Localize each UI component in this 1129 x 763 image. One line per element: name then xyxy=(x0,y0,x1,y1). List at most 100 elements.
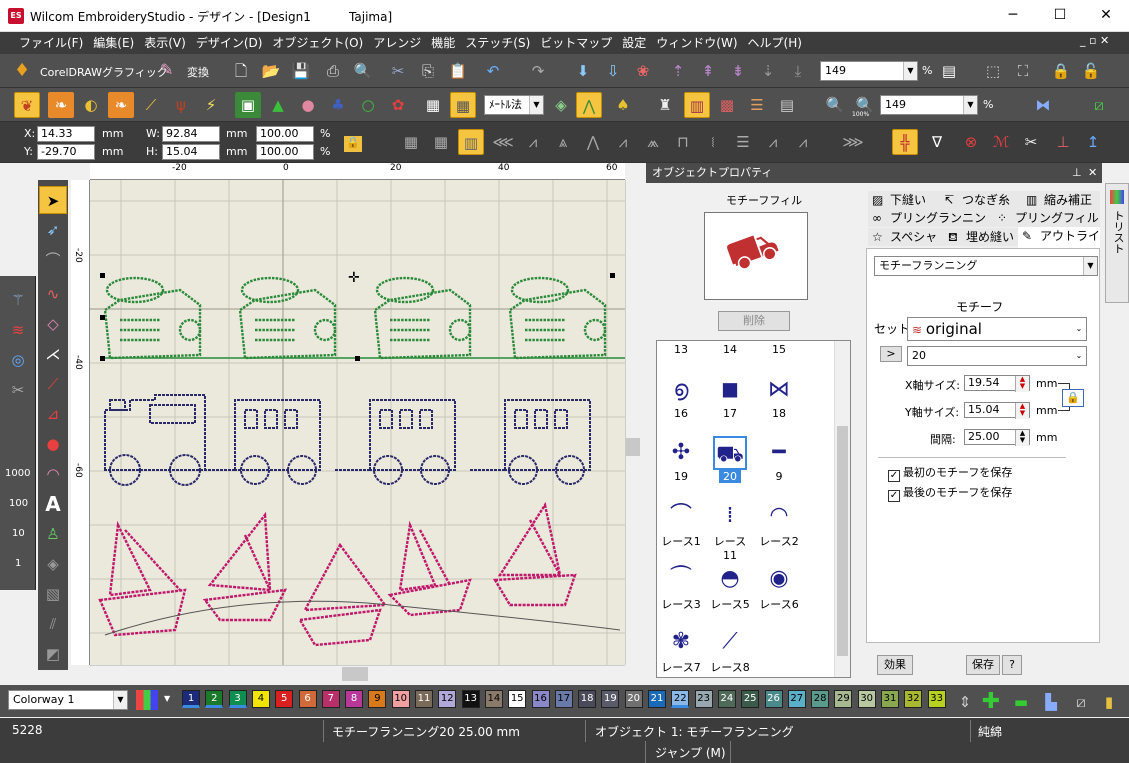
tab-pulling-fill[interactable]: ⁘ プリングフィル xyxy=(993,209,1100,227)
width-field[interactable]: 92.84 xyxy=(162,126,220,142)
select-arrow-icon[interactable]: ➤ xyxy=(39,186,67,214)
height-field[interactable]: 15.04 xyxy=(162,144,220,160)
run-line-icon[interactable]: ⟋ xyxy=(138,92,164,118)
motif-item[interactable]: ◼ 17 xyxy=(707,373,753,420)
motif-item[interactable]: ◉ レース6 xyxy=(756,562,802,612)
select-box-icon[interactable]: ⬚ xyxy=(980,58,1006,84)
scissors-icon[interactable]: ✂ xyxy=(1018,129,1044,155)
stitch-angle-icon[interactable]: ⟋ xyxy=(39,370,67,398)
ring-icon[interactable]: ○ xyxy=(355,92,381,118)
color-object-list-tab[interactable]: カラーオブジェクトリスト xyxy=(1105,183,1129,303)
color-swatch[interactable]: 23 xyxy=(694,690,713,708)
menu-functions[interactable]: 機能 xyxy=(426,32,460,54)
plant-icon[interactable]: ♠ xyxy=(610,92,636,118)
motif-item[interactable]: ⛟ 20 xyxy=(707,436,753,483)
green-motif-4[interactable] xyxy=(508,276,607,360)
knife-icon[interactable]: ⌒ xyxy=(39,246,67,274)
grid-active-icon[interactable]: ▦ xyxy=(450,92,476,118)
mirror-icon[interactable]: ⧓ xyxy=(1030,92,1056,118)
stitch-type-12-icon[interactable]: ☰ xyxy=(730,129,756,155)
team-names-icon[interactable]: ♙ xyxy=(39,520,67,548)
color-swatch[interactable]: 20 xyxy=(624,690,643,708)
thread-chart-icon[interactable]: ▙ xyxy=(1038,689,1064,715)
print-preview-icon[interactable]: 🔍 xyxy=(350,58,376,84)
stitch-edit-icon[interactable]: ⊿ xyxy=(39,400,67,428)
spiral-tool-icon[interactable]: ◎ xyxy=(4,346,32,374)
tab-outline[interactable]: ✎アウトライン xyxy=(1018,227,1100,261)
stitch-type-13-icon[interactable]: ⩘ xyxy=(760,129,786,155)
menu-stitch[interactable]: ステッチ(S) xyxy=(460,32,535,54)
color-grid-icon[interactable]: ▩ xyxy=(714,92,740,118)
color-swatch[interactable]: 5 xyxy=(275,690,294,708)
tab-underlay[interactable]: ▨ 下縫い xyxy=(868,191,946,209)
color-swatch[interactable]: 2 xyxy=(205,690,224,708)
aspect-lock-icon[interactable]: 🔒 xyxy=(1062,389,1084,407)
pin-icon[interactable]: ⊥ xyxy=(1072,163,1082,183)
x-size-spinner[interactable]: ▲ ▼ xyxy=(1015,376,1029,392)
squiggle-icon[interactable]: ∿ xyxy=(39,280,67,308)
color-film-icon[interactable]: ▥ xyxy=(684,92,710,118)
flyout-label-1[interactable]: 1 xyxy=(15,558,21,569)
motif-item[interactable]: ◠ レース2 xyxy=(756,499,802,549)
menu-file[interactable]: ファイル(F) xyxy=(14,32,88,54)
motif-tree-icon[interactable]: ψ xyxy=(168,92,194,118)
zoom-in-icon[interactable]: 🔍 xyxy=(822,92,848,118)
convert-button[interactable]: 変換 xyxy=(187,64,209,80)
edge-icon[interactable]: ◩ xyxy=(39,640,67,668)
color-swatch[interactable]: 26 xyxy=(764,690,783,708)
stitch-type-10-icon[interactable]: ⊓ xyxy=(670,129,696,155)
save-icon[interactable]: 💾 xyxy=(288,58,314,84)
color-swatch[interactable]: 8 xyxy=(345,690,364,708)
redo-icon[interactable]: ↷ xyxy=(525,58,551,84)
motif-item[interactable]: ⌒ レース1 xyxy=(658,499,704,549)
tatami-icon[interactable]: ❧ xyxy=(48,92,74,118)
menu-arrange[interactable]: アレンジ xyxy=(368,32,426,54)
effects-button[interactable]: 効果 xyxy=(877,655,913,675)
color-bar-icon[interactable]: ▮ xyxy=(1096,689,1122,715)
motif-item[interactable]: ⋈ 18 xyxy=(756,373,802,420)
menu-design[interactable]: デザイン(D) xyxy=(191,32,268,54)
badge-icon[interactable]: ▧ xyxy=(39,580,67,608)
tie-in-icon[interactable]: ↥ xyxy=(1080,129,1106,155)
lettering-icon[interactable]: A xyxy=(39,490,67,518)
keep-first-checkbox[interactable]: ✓ 最初のモチーフを保存 xyxy=(888,464,1012,482)
tab-fill[interactable]: ⛾ 埋め縫い xyxy=(944,228,1018,246)
motif-list-scroll-thumb[interactable] xyxy=(837,426,848,656)
satin-leaf-icon[interactable]: ❦ xyxy=(14,92,40,118)
color-swatch[interactable]: 3 xyxy=(228,690,247,708)
tab-pull-compensation[interactable]: ▥ 縮み補正 xyxy=(1022,191,1100,209)
save-motif-button[interactable]: 保存 xyxy=(966,655,1000,675)
no-color-icon[interactable]: ⧄ xyxy=(1068,689,1094,715)
motif-item[interactable]: 14 xyxy=(707,343,753,356)
design-canvas[interactable]: ✛ xyxy=(90,180,625,665)
x-size-field[interactable]: 19.54 ▲ ▼ xyxy=(964,375,1030,392)
palette-grid-icon[interactable] xyxy=(136,690,158,710)
fish-icon[interactable]: ⚡ xyxy=(198,92,224,118)
spacing-field[interactable]: 25.00 ▲ ▼ xyxy=(964,429,1030,446)
color-swatch[interactable]: 29 xyxy=(834,690,853,708)
stitch-player-icon[interactable]: ⬇ xyxy=(570,58,596,84)
stitch-type-14-icon[interactable]: ⩘ xyxy=(790,129,816,155)
horizontal-scrollbar[interactable] xyxy=(90,665,625,682)
color-swatch[interactable]: 11 xyxy=(415,690,433,708)
undo-icon[interactable]: ↶ xyxy=(480,58,506,84)
shapes-icon[interactable]: ▲ xyxy=(265,92,291,118)
export-machine-icon[interactable]: ⇩ xyxy=(600,58,626,84)
stitch-type-6-icon[interactable]: ⩓ xyxy=(550,129,576,155)
path-node-icon[interactable]: ⋌ xyxy=(39,340,67,368)
color-swatch[interactable]: 28 xyxy=(811,690,830,708)
color-swatch[interactable]: 17 xyxy=(554,690,573,708)
color-list-icon[interactable]: ☰ xyxy=(744,92,770,118)
flyout-label-1000[interactable]: 1000 xyxy=(5,468,30,479)
motif-set-select[interactable]: ≋ original ⌄ xyxy=(907,317,1087,341)
lock-icon[interactable]: 🔒 xyxy=(1048,58,1074,84)
color-swatch[interactable]: 25 xyxy=(741,690,760,708)
motif-list-scrollbar[interactable] xyxy=(834,341,850,677)
menu-bitmap[interactable]: ビットマップ xyxy=(535,32,617,54)
travel-last-icon[interactable]: ⇣ xyxy=(755,58,781,84)
menu-edit[interactable]: 編集(E) xyxy=(88,32,139,54)
stitch-type-8-icon[interactable]: ⩘ xyxy=(610,129,636,155)
color-swatch[interactable]: 10 xyxy=(391,690,410,708)
fill-leaf-icon[interactable]: ❧ xyxy=(108,92,134,118)
properties-icon[interactable]: ▤ xyxy=(936,58,962,84)
